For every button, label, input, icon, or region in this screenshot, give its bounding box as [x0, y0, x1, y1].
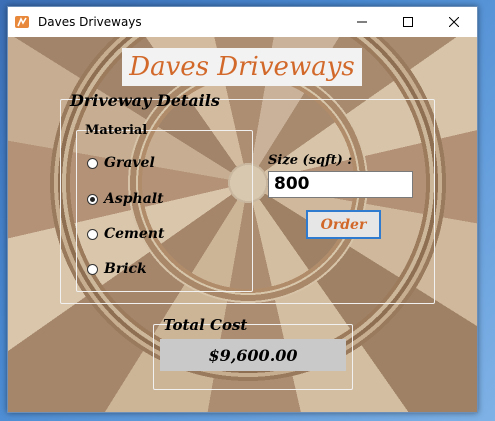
- driveway-details-title: Driveway Details: [70, 91, 220, 110]
- maximize-button[interactable]: [385, 7, 431, 37]
- maximize-icon: [403, 17, 413, 27]
- radio-cement-indicator[interactable]: [87, 228, 98, 240]
- radio-asphalt[interactable]: Asphalt: [87, 191, 164, 207]
- size-label: Size (sqft) :: [268, 153, 353, 168]
- minimize-button[interactable]: [339, 7, 385, 37]
- radio-gravel-indicator[interactable]: [87, 157, 98, 169]
- radio-brick-label: Brick: [104, 261, 147, 277]
- radio-gravel[interactable]: Gravel: [87, 155, 155, 171]
- material-title: Material: [85, 123, 148, 138]
- radio-gravel-label: Gravel: [104, 155, 155, 171]
- radio-brick[interactable]: Brick: [87, 261, 147, 277]
- app-window: Daves Driveways Daves Driveways Driveway…: [7, 6, 478, 413]
- radio-brick-indicator[interactable]: [87, 263, 98, 275]
- total-cost-value: $9,600.00: [160, 339, 346, 371]
- form-client-area: Daves Driveways Driveway Details Materia…: [8, 37, 477, 412]
- close-icon: [449, 17, 459, 27]
- radio-cement-label: Cement: [104, 226, 165, 242]
- radio-asphalt-indicator[interactable]: [87, 193, 98, 205]
- size-input[interactable]: 800: [268, 171, 413, 198]
- window-title: Daves Driveways: [38, 15, 142, 29]
- title-bar: Daves Driveways: [8, 7, 477, 37]
- app-icon: [15, 16, 29, 28]
- total-cost-title: Total Cost: [163, 316, 248, 334]
- order-button[interactable]: Order: [306, 210, 381, 239]
- page-title: Daves Driveways: [122, 48, 362, 86]
- close-button[interactable]: [431, 7, 477, 37]
- radio-asphalt-label: Asphalt: [104, 191, 164, 207]
- radio-cement[interactable]: Cement: [87, 226, 164, 242]
- minimize-icon: [357, 21, 367, 23]
